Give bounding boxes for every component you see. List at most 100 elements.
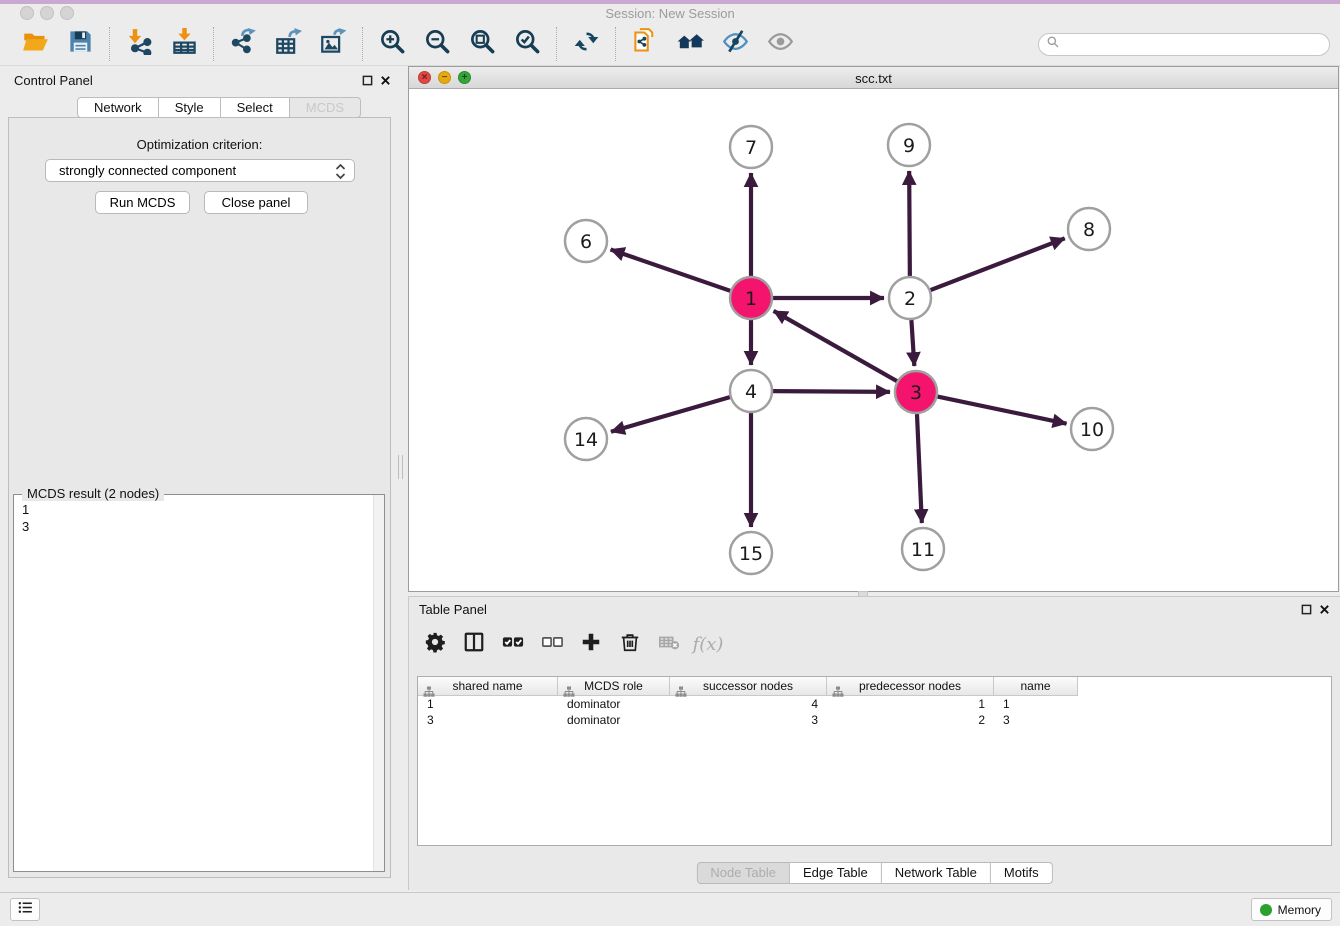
run-mcds-button[interactable]: Run MCDS — [95, 191, 190, 214]
deselect-all-button[interactable] — [538, 630, 566, 658]
search-box[interactable] — [1038, 33, 1330, 56]
zoom-in-icon — [379, 28, 406, 60]
node-9[interactable]: 9 — [888, 124, 930, 166]
edge-3-11[interactable] — [917, 414, 922, 523]
node-7[interactable]: 7 — [730, 126, 772, 168]
window-minimize-button[interactable] — [40, 6, 54, 20]
table-cell[interactable]: 4 — [670, 696, 827, 712]
table-cell[interactable]: dominator — [558, 712, 670, 728]
edge-2-3[interactable] — [911, 320, 914, 366]
column-header-successor-nodes[interactable]: successor nodes — [670, 677, 827, 696]
column-header-predecessor-nodes[interactable]: predecessor nodes — [827, 677, 994, 696]
edge-2-9[interactable] — [909, 171, 910, 276]
edge-4-3[interactable] — [773, 391, 890, 392]
tab-network-table[interactable]: Network Table — [882, 862, 991, 884]
optimization-criterion-dropdown[interactable]: strongly connected component — [45, 159, 355, 182]
save-session-button[interactable] — [65, 29, 95, 59]
memory-button[interactable]: Memory — [1251, 898, 1332, 921]
table-cell[interactable]: dominator — [558, 696, 670, 712]
vertical-splitter-handle[interactable] — [398, 455, 403, 479]
close-panel-action-button[interactable]: Close panel — [204, 191, 308, 214]
column-settings-button[interactable] — [421, 630, 449, 658]
float-panel-button[interactable] — [360, 73, 374, 87]
node-1[interactable]: 1 — [730, 277, 772, 319]
zoom-selected-button[interactable] — [512, 29, 542, 59]
main-toolbar — [0, 22, 1340, 66]
node-8[interactable]: 8 — [1068, 208, 1110, 250]
column-header-shared-name[interactable]: shared name — [418, 677, 558, 696]
import-table-button[interactable] — [169, 29, 199, 59]
table-cell[interactable]: 3 — [670, 712, 827, 728]
export-image-button[interactable] — [318, 29, 348, 59]
select-all-button[interactable] — [499, 630, 527, 658]
export-network-button[interactable] — [228, 29, 258, 59]
import-network-button[interactable] — [124, 29, 154, 59]
task-history-button[interactable] — [10, 898, 40, 921]
result-scrollbar[interactable] — [373, 495, 384, 871]
zoom-out-button[interactable] — [422, 29, 452, 59]
network-window-titlebar[interactable]: × − + scc.txt — [409, 67, 1338, 89]
close-panel-button[interactable] — [378, 73, 392, 87]
tab-motifs[interactable]: Motifs — [991, 862, 1053, 884]
column-header-MCDS-role[interactable]: MCDS role — [558, 677, 670, 696]
show-all-button[interactable] — [765, 29, 795, 59]
mcds-result-group: MCDS result (2 nodes) 1 3 — [13, 494, 385, 872]
table-cell[interactable]: 1 — [994, 696, 1078, 712]
refresh-network-button[interactable] — [571, 29, 601, 59]
control-panel-title: Control Panel — [14, 73, 93, 88]
node-6[interactable]: 6 — [565, 220, 607, 262]
edge-2-8[interactable] — [931, 238, 1065, 290]
open-session-button[interactable] — [20, 29, 50, 59]
first-neighbors-button[interactable] — [675, 29, 705, 59]
zoom-in-button[interactable] — [377, 29, 407, 59]
tab-style[interactable]: Style — [159, 97, 221, 118]
delete-column-button[interactable] — [616, 630, 644, 658]
tab-node-table[interactable]: Node Table — [696, 862, 790, 884]
node-10[interactable]: 10 — [1071, 408, 1113, 450]
delete-table-button[interactable] — [655, 630, 683, 658]
tab-network[interactable]: Network — [77, 97, 159, 118]
table-close-button[interactable] — [1317, 602, 1331, 616]
window-zoom-button[interactable] — [60, 6, 74, 20]
function-builder-button[interactable]: f(x) — [694, 630, 722, 658]
tab-mcds[interactable]: MCDS — [290, 97, 361, 118]
tab-edge-table[interactable]: Edge Table — [790, 862, 882, 884]
tab-select[interactable]: Select — [221, 97, 290, 118]
status-bar: Memory — [0, 892, 1340, 926]
table-cell[interactable]: 3 — [418, 712, 558, 728]
node-14[interactable]: 14 — [565, 418, 607, 460]
table-toolbar: f(x) — [421, 630, 722, 658]
table-float-button[interactable] — [1299, 602, 1313, 616]
edge-4-14[interactable] — [611, 397, 730, 432]
edge-1-6[interactable] — [611, 249, 731, 290]
node-3[interactable]: 3 — [895, 371, 937, 413]
node-2[interactable]: 2 — [889, 277, 931, 319]
table-cell[interactable]: 2 — [827, 712, 994, 728]
create-column-button[interactable] — [577, 630, 605, 658]
node-11[interactable]: 11 — [902, 528, 944, 570]
table-cell[interactable]: 3 — [994, 712, 1078, 728]
search-input[interactable] — [1060, 37, 1329, 52]
mcds-result-list[interactable]: 1 3 — [22, 501, 29, 535]
column-header-name[interactable]: name — [994, 677, 1078, 696]
edge-3-1[interactable] — [774, 311, 897, 381]
network-canvas[interactable]: 7 9 6 8 1 2 4 3 14 10 15 11 — [409, 89, 1338, 591]
export-table-button[interactable] — [273, 29, 303, 59]
zoom-fit-button[interactable] — [467, 29, 497, 59]
export-table-icon — [275, 28, 302, 60]
window-close-button[interactable] — [20, 6, 34, 20]
toggle-panel-mode-button[interactable] — [460, 630, 488, 658]
table-row[interactable]: 1dominator411 — [418, 696, 1331, 712]
node-4[interactable]: 4 — [730, 370, 772, 412]
show-all-icon — [767, 28, 794, 60]
table-cell[interactable]: 1 — [827, 696, 994, 712]
table-cell[interactable]: 1 — [418, 696, 558, 712]
export-network-icon — [230, 28, 257, 60]
hide-selected-button[interactable] — [720, 29, 750, 59]
mcds-result-title: MCDS result (2 nodes) — [22, 486, 164, 501]
search-icon — [1046, 35, 1060, 54]
node-15[interactable]: 15 — [730, 532, 772, 574]
edge-3-10[interactable] — [938, 397, 1067, 424]
table-row[interactable]: 3dominator323 — [418, 712, 1331, 728]
new-network-from-selection-button[interactable] — [630, 29, 660, 59]
